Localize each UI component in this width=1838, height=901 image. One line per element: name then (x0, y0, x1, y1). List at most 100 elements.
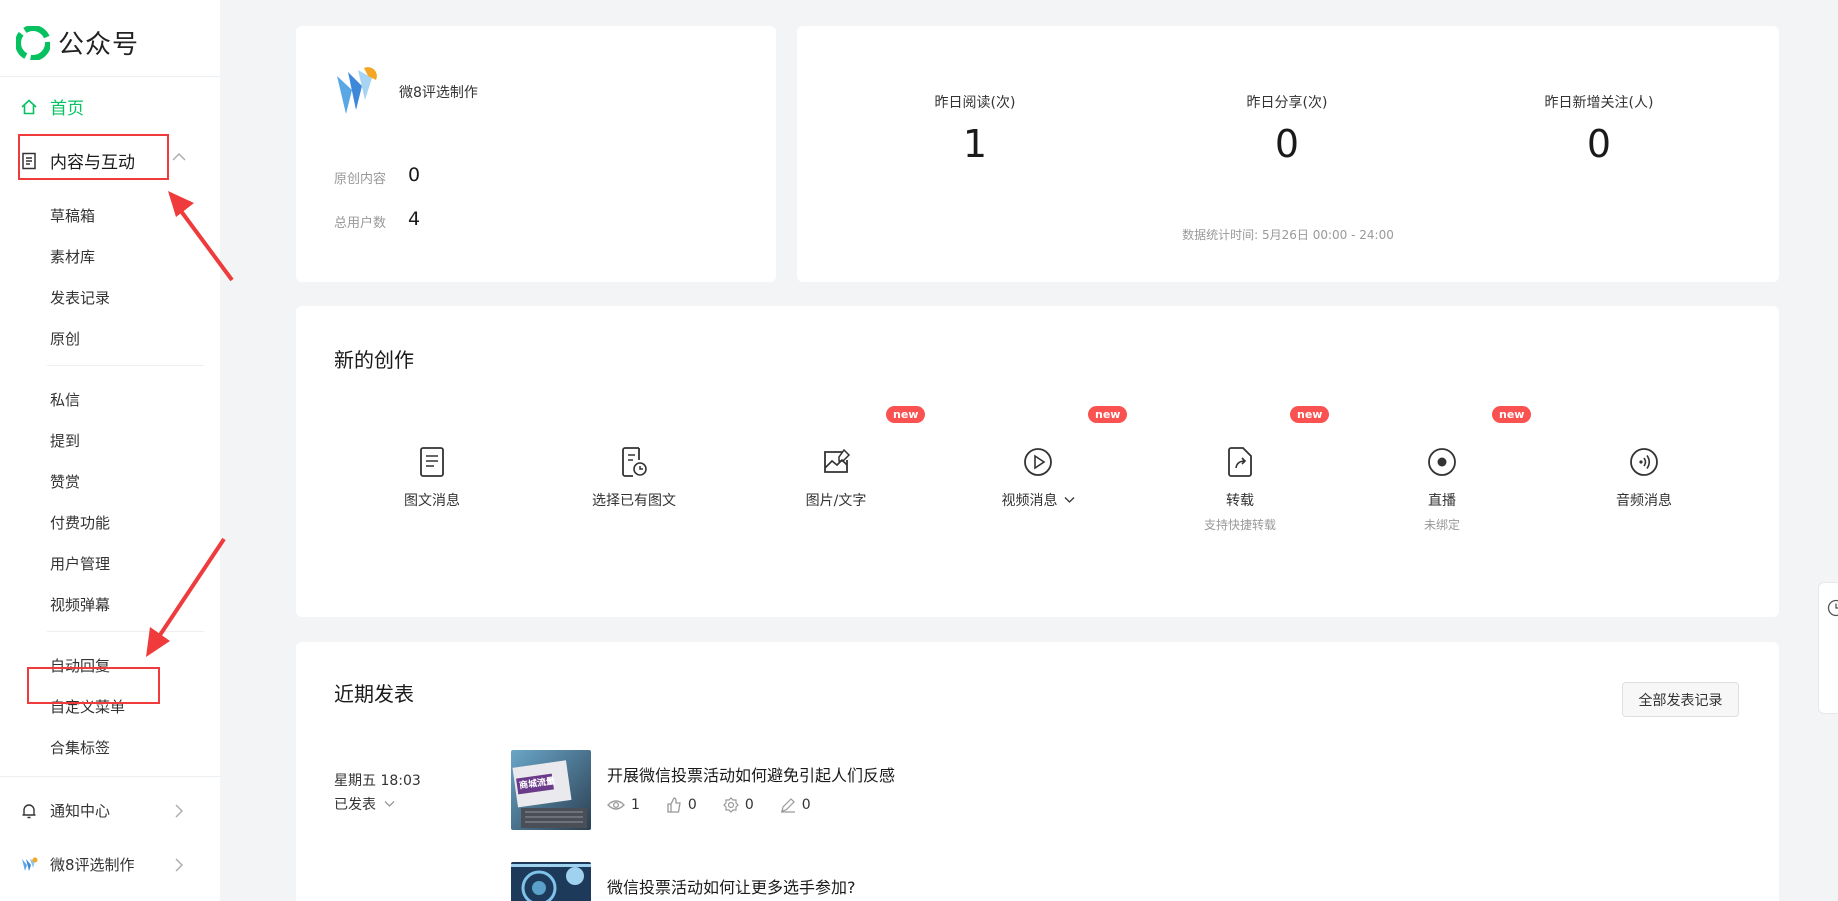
create-audio-button[interactable]: 音频消息 (1564, 446, 1724, 510)
sidebar-item-messages[interactable]: 私信 (50, 389, 80, 410)
tool-label: 图片/文字 (805, 493, 867, 509)
total-users-label: 总用户数 (334, 216, 387, 231)
post-thumbnail-image (511, 862, 591, 901)
share-gear-icon (722, 797, 739, 813)
new-badge: new (1492, 406, 1532, 423)
live-icon (1428, 448, 1456, 476)
post-thumbnail[interactable]: 商城流量 (511, 750, 591, 830)
post-thumbnail[interactable] (511, 862, 591, 901)
sidebar-item-mentions[interactable]: 提到 (50, 430, 80, 451)
annotation-arrow-icon (146, 537, 226, 657)
clock-icon (1827, 599, 1838, 617)
divider (0, 776, 220, 777)
post-title[interactable]: 开展微信投票活动如何避免引起人们反感 (607, 762, 895, 786)
sidebar-item-drafts[interactable]: 草稿箱 (50, 205, 95, 226)
stat-value: 1 (962, 122, 988, 166)
sidebar-item-collection-tags[interactable]: 合集标签 (50, 737, 110, 758)
tool-label: 直播 (1428, 493, 1456, 509)
sidebar-item-materials[interactable]: 素材库 (50, 246, 95, 267)
stat-reads: 昨日阅读(次) 1 (855, 92, 1095, 166)
tool-sublabel: 支持快捷转载 (1203, 518, 1276, 532)
stat-label: 昨日新增关注(人) (1544, 95, 1654, 111)
floating-help-tab[interactable] (1818, 582, 1838, 714)
comments-count: 0 (801, 797, 811, 813)
divider (47, 365, 204, 366)
create-image-text-button[interactable]: 图片/文字 (756, 446, 916, 510)
shares-metric: 0 (722, 797, 754, 813)
stats-time-range: 数据统计时间: 5月26日 00:00 - 24:00 (1182, 228, 1394, 242)
sidebar-item-original[interactable]: 原创 (50, 328, 80, 349)
sidebar-item-user-management[interactable]: 用户管理 (50, 553, 110, 574)
views-metric: 1 (607, 797, 640, 813)
yesterday-stats-card: 昨日阅读(次) 1 昨日分享(次) 0 昨日新增关注(人) 0 数据统计时间: … (797, 26, 1779, 282)
likes-metric: 0 (666, 797, 697, 813)
stat-value: 0 (1586, 122, 1612, 166)
original-content-label: 原创内容 (334, 172, 387, 187)
section-title: 近期发表 (334, 682, 414, 706)
stat-new-followers: 昨日新增关注(人) 0 (1479, 92, 1719, 166)
select-existing-article-button[interactable]: 选择已有图文 (554, 446, 714, 510)
comments-metric: 0 (780, 797, 811, 813)
total-users-value: 4 (408, 208, 421, 230)
original-content-value: 0 (408, 164, 421, 186)
chevron-right-icon[interactable] (174, 858, 184, 872)
tool-label: 图文消息 (404, 493, 460, 509)
nav-home-label: 首页 (50, 99, 84, 119)
home-icon (21, 98, 37, 114)
create-article-button[interactable]: 图文消息 (352, 446, 512, 510)
all-publish-records-button[interactable]: 全部发表记录 (1622, 682, 1739, 717)
post-title[interactable]: 微信投票活动如何让更多选手参加? (607, 874, 856, 898)
tool-label-with-dropdown[interactable]: 视频消息 (958, 490, 1118, 510)
sidebar-item-video-danmaku[interactable]: 视频弹幕 (50, 594, 110, 615)
sidebar-item-rewards[interactable]: 赞赏 (50, 471, 80, 492)
account-avatar-icon (22, 857, 38, 871)
divider (0, 76, 220, 77)
wechat-official-logo-icon (16, 25, 50, 60)
sidebar-item-publish-records[interactable]: 发表记录 (50, 287, 110, 308)
account-logo-icon (337, 67, 377, 114)
views-count: 1 (631, 797, 640, 813)
sidebar-item-paid-features[interactable]: 付费功能 (50, 512, 110, 533)
account-name: 微8评选制作 (399, 85, 478, 101)
nav-account[interactable]: 微8评选制作 (20, 854, 135, 875)
app-title: 公众号 (58, 30, 140, 60)
sidebar-footer (0, 777, 220, 901)
annotation-highlight-box (18, 134, 169, 180)
new-badge: new (1088, 406, 1128, 423)
annotation-highlight-box (27, 667, 160, 704)
audio-icon (1630, 448, 1658, 476)
tool-label: 音频消息 (1616, 493, 1672, 509)
shares-count: 0 (744, 797, 754, 813)
create-video-button[interactable]: 视频消息 (958, 446, 1118, 510)
tool-label: 视频消息 (1001, 493, 1058, 509)
repost-button[interactable]: 转载 支持快捷转载 (1160, 446, 1320, 533)
tool-label: 转载 (1226, 493, 1254, 509)
stat-shares: 昨日分享(次) 0 (1167, 92, 1407, 166)
pen-icon (780, 798, 795, 813)
app-logo[interactable]: 公众号 (16, 24, 139, 61)
recent-posts-card: 近期发表 全部发表记录 星期五 18:03 已发表 商城流量 开展微信投票活动如… (296, 642, 1779, 901)
nav-account-label: 微8评选制作 (50, 856, 135, 874)
chevron-right-icon[interactable] (174, 804, 184, 818)
chevron-down-icon (384, 801, 395, 807)
post-date: 星期五 18:03 (334, 773, 421, 789)
tool-sublabel: 未绑定 (1423, 518, 1460, 532)
nav-notifications[interactable]: 通知中心 (20, 800, 110, 821)
stat-value: 0 (1274, 122, 1300, 166)
thumbs-up-icon (667, 797, 681, 813)
video-icon (1024, 448, 1052, 476)
account-overview-card: 微8评选制作 原创内容 0 总用户数 4 (296, 26, 776, 282)
section-title: 新的创作 (334, 348, 414, 372)
likes-count: 0 (687, 797, 697, 813)
chevron-up-icon[interactable] (172, 152, 186, 162)
article-icon (420, 447, 444, 477)
eye-icon (607, 800, 625, 810)
new-badge: new (886, 406, 926, 423)
annotation-arrow-icon (168, 191, 234, 282)
live-stream-button[interactable]: 直播 未绑定 (1362, 446, 1522, 533)
tool-label: 选择已有图文 (592, 493, 676, 509)
chevron-down-icon (1064, 497, 1074, 503)
post-status: 已发表 (334, 797, 376, 813)
post-status-dropdown[interactable]: 已发表 (334, 794, 395, 814)
nav-home[interactable]: 首页 (20, 94, 84, 119)
